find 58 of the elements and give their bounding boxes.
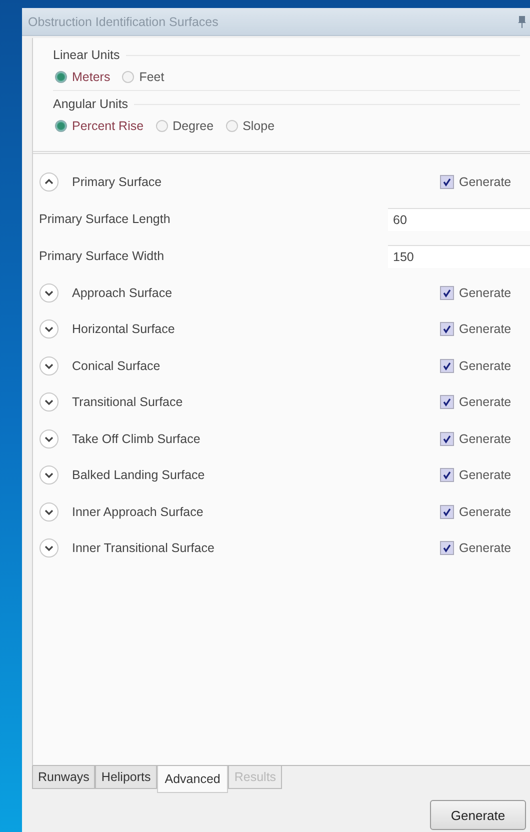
- surface-name: Transitional Surface: [72, 395, 184, 410]
- radio-icon[interactable]: [156, 120, 168, 132]
- tab[interactable]: Advanced: [156, 766, 228, 793]
- radio-icon[interactable]: [55, 120, 67, 132]
- generate-checkbox[interactable]: Generate: [440, 395, 530, 410]
- generate-checkbox[interactable]: Generate: [440, 286, 530, 300]
- tab[interactable]: Runways: [32, 766, 96, 789]
- group-label: Linear Units: [53, 48, 120, 62]
- surface-name: Take Off Climb Surface: [72, 432, 202, 446]
- generate-checkbox[interactable]: Generate: [440, 504, 530, 519]
- surface-name: Inner Approach Surface: [72, 504, 204, 519]
- radio-option[interactable]: Feet: [122, 70, 164, 84]
- checkbox-icon[interactable]: [440, 175, 454, 190]
- expand-icon[interactable]: [39, 465, 59, 486]
- radio-option[interactable]: Slope: [226, 119, 275, 133]
- field-label: Primary Surface Length: [39, 212, 172, 226]
- surface-name: Conical Surface: [72, 358, 162, 373]
- collapse-icon[interactable]: [39, 172, 59, 192]
- input-field[interactable]: 150: [388, 244, 530, 268]
- generate-checkbox[interactable]: Generate: [440, 468, 530, 482]
- radio-icon[interactable]: [226, 120, 238, 132]
- radio-icon[interactable]: [122, 71, 134, 83]
- field-label: Primary Surface Width: [39, 249, 166, 263]
- checkbox-icon[interactable]: [440, 358, 454, 373]
- generate-checkbox[interactable]: Generate: [440, 358, 530, 373]
- checkbox-icon[interactable]: [440, 504, 454, 519]
- surface-name: Horizontal Surface: [72, 322, 176, 336]
- checkbox-icon[interactable]: [440, 541, 454, 556]
- radio-option[interactable]: Percent Rise: [55, 119, 144, 133]
- pin-icon[interactable]: [518, 16, 526, 28]
- expand-icon[interactable]: [39, 282, 59, 303]
- expand-icon[interactable]: [39, 356, 59, 376]
- input-field[interactable]: 60: [388, 208, 530, 230]
- expand-icon[interactable]: [39, 319, 59, 340]
- surface-name: Primary Surface: [72, 175, 163, 190]
- checkbox-icon[interactable]: [440, 468, 454, 482]
- checkbox-icon[interactable]: [440, 286, 454, 300]
- radio-option[interactable]: Meters: [55, 70, 110, 84]
- generate-checkbox[interactable]: Generate: [440, 432, 530, 446]
- generate-checkbox[interactable]: Generate: [440, 322, 530, 336]
- window-title: Obstruction Identification Surfaces: [28, 14, 218, 28]
- generate-checkbox[interactable]: Generate: [440, 541, 530, 556]
- surface-name: Inner Transitional Surface: [72, 541, 216, 556]
- checkbox-icon[interactable]: [440, 432, 454, 446]
- checkbox-icon[interactable]: [440, 322, 454, 336]
- radio-icon[interactable]: [55, 71, 67, 83]
- expand-icon[interactable]: [39, 502, 59, 522]
- expand-icon[interactable]: [39, 392, 59, 412]
- checkbox-icon[interactable]: [440, 395, 454, 410]
- radio-option[interactable]: Degree: [156, 119, 214, 133]
- generate-button[interactable]: Generate: [430, 800, 526, 830]
- expand-icon[interactable]: [39, 538, 59, 558]
- tab[interactable]: Heliports: [95, 766, 157, 789]
- surface-name: Balked Landing Surface: [72, 468, 206, 482]
- group-label: Angular Units: [53, 97, 128, 111]
- expand-icon[interactable]: [39, 428, 59, 449]
- surface-name: Approach Surface: [72, 286, 174, 300]
- generate-checkbox[interactable]: Generate: [440, 175, 530, 190]
